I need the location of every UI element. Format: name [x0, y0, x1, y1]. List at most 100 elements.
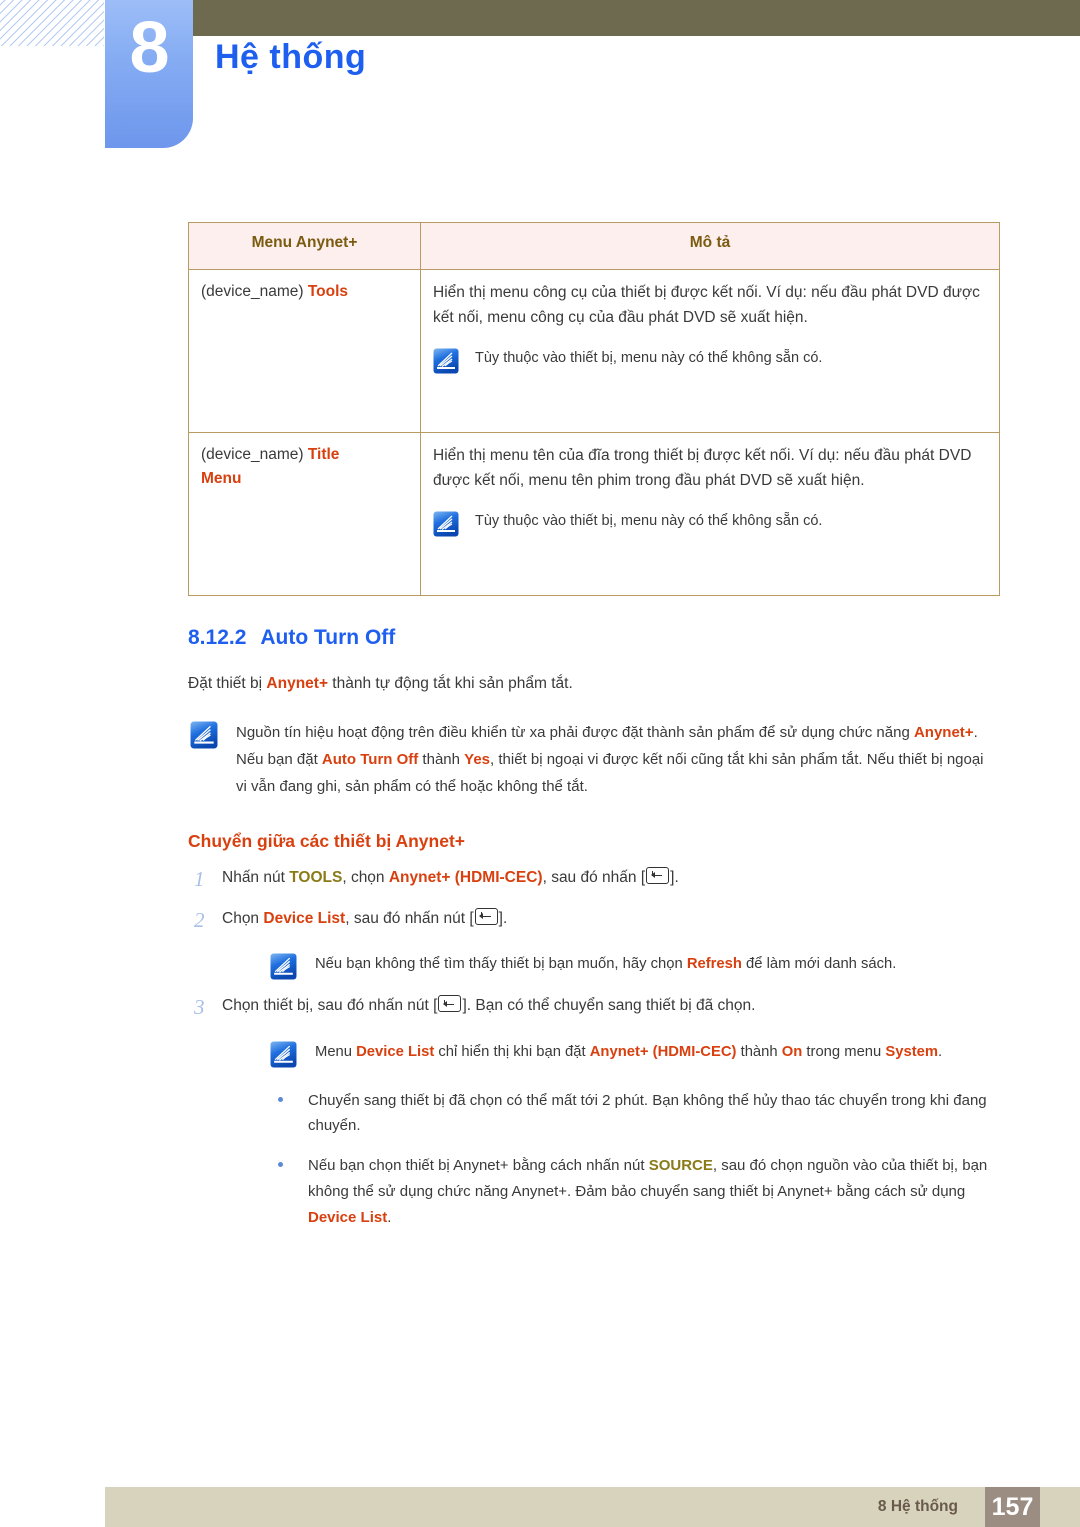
- menu-name-plain: (device_name): [201, 283, 308, 300]
- table-cell-menu-name: (device_name) Title Menu: [188, 432, 421, 596]
- description-text: Hiển thị menu công cụ của thiết bị được …: [433, 284, 980, 327]
- step1-text-2: , chọn: [342, 868, 389, 886]
- devicelist-note-keyword-4: System: [885, 1043, 939, 1060]
- section-note-text: Nguồn tín hiệu hoạt động trên điều khiển…: [236, 719, 988, 801]
- bullet2-keyword-device-list: Device List: [308, 1208, 388, 1226]
- note-pen-icon: [270, 953, 297, 980]
- step1-text-1: Nhấn nút: [222, 868, 290, 886]
- table-row: (device_name) Tools Hiển thị menu công c…: [188, 269, 1000, 433]
- table-cell-menu-name: (device_name) Tools: [188, 269, 421, 433]
- intro-text-2: thành tự động tắt khi sản phẩm tắt.: [328, 675, 573, 692]
- note-keyword-auto-turn-off: Auto Turn Off: [321, 751, 419, 769]
- table-header-menu: Menu Anynet+: [188, 222, 421, 270]
- devicelist-note-text-1: Menu: [315, 1043, 357, 1060]
- table-note: Tùy thuộc vào thiết bị, menu này có thể …: [433, 509, 987, 537]
- step-text: Nhấn nút TOOLS, chọn Anynet+ (HDMI-CEC),…: [222, 866, 679, 890]
- enter-key-icon: [438, 995, 462, 1013]
- step-item: 1 Nhấn nút TOOLS, chọn Anynet+ (HDMI-CEC…: [188, 866, 1000, 893]
- list-item: Chuyển sang thiết bị đã chọn có thể mất …: [274, 1088, 1000, 1140]
- decorative-hatch-pattern: [0, 0, 104, 46]
- bullet-dot-icon: [274, 1153, 308, 1168]
- step-note: Nếu bạn không thể tìm thấy thiết bị bạn …: [188, 952, 1000, 980]
- table-header-description: Mô tả: [420, 222, 1000, 270]
- step1-text-4: ].: [670, 868, 679, 886]
- refresh-note-text-2: để làm mới danh sách.: [741, 956, 897, 973]
- menu-name-highlight-2: Menu: [201, 470, 242, 488]
- enter-key-icon: [646, 866, 670, 884]
- section-note: Nguồn tín hiệu hoạt động trên điều khiển…: [188, 719, 1000, 801]
- devicelist-note-text-2: chỉ hiển thị khi bạn đặt: [434, 1043, 590, 1060]
- devicelist-note-text-3: thành: [736, 1043, 782, 1060]
- step3-text-1: Chọn thiết bị, sau đó nhấn nút [: [222, 997, 438, 1015]
- devicelist-note-text-5: .: [938, 1043, 943, 1060]
- menu-name-highlight: Tools: [307, 283, 349, 300]
- table-cell-description: Hiển thị menu tên của đĩa trong thiết bị…: [420, 432, 1000, 596]
- menu-name-plain: (device_name): [201, 446, 308, 463]
- description-text: Hiển thị menu tên của đĩa trong thiết bị…: [433, 447, 972, 490]
- step1-keyword-tools: TOOLS: [289, 868, 343, 886]
- section-heading: 8.12.2 Auto Turn Off: [188, 626, 1000, 650]
- note-text-3: thành: [418, 751, 465, 769]
- bullet-dot-icon: [274, 1088, 308, 1102]
- anynet-menu-table: Menu Anynet+ Mô tả (device_name) Tools H…: [188, 222, 1000, 596]
- menu-name-highlight: Title: [307, 446, 340, 463]
- step2-text-1: Chọn: [222, 909, 264, 927]
- switching-heading: Chuyển giữa các thiết bị Anynet+: [188, 830, 466, 851]
- step-item: 2 Chọn Device List, sau đó nhấn nút [].: [188, 907, 1000, 934]
- table-note-text: Tùy thuộc vào thiết bị, menu này có thể …: [475, 513, 823, 530]
- table-cell-description: Hiển thị menu công cụ của thiết bị được …: [420, 269, 1000, 433]
- section-number: 8.12.2: [188, 626, 247, 649]
- devicelist-note-text-4: trong menu: [802, 1043, 886, 1060]
- enter-key-icon: [474, 907, 498, 925]
- footer-page-number: 157: [985, 1487, 1040, 1527]
- page-title: Hệ thống: [215, 38, 367, 76]
- step-note-text: Nếu bạn không thể tìm thấy thiết bị bạn …: [315, 952, 896, 977]
- header-olive-bar: [193, 0, 1080, 36]
- section-title: Auto Turn Off: [260, 626, 396, 649]
- bullet-text: Nếu bạn chọn thiết bị Anynet+ bằng cách …: [308, 1153, 1000, 1230]
- step-number: 2: [194, 907, 205, 932]
- devicelist-note-keyword-3: On: [781, 1043, 803, 1060]
- bullet2-keyword-source: SOURCE: [648, 1157, 713, 1175]
- step3-text-2: ]. Bạn có thể chuyển sang thiết bị đã ch…: [462, 997, 756, 1015]
- step-item: 3 Chọn thiết bị, sau đó nhấn nút [ ]. Bạn…: [188, 994, 1000, 1021]
- step-text: Chọn thiết bị, sau đó nhấn nút [ ]. Bạn c…: [222, 994, 755, 1018]
- devicelist-note-keyword-1: Device List: [356, 1043, 435, 1060]
- note-pen-icon: [433, 348, 459, 374]
- refresh-note-keyword: Refresh: [686, 956, 742, 973]
- step2-text-3: ].: [498, 909, 508, 927]
- refresh-note-text-1: Nếu bạn không thể tìm thấy thiết bị bạn …: [315, 956, 687, 973]
- step2-keyword-device-list: Device List: [263, 909, 346, 927]
- section-intro-paragraph: Đặt thiết bị Anynet+ thành tự động tắt k…: [188, 672, 1000, 697]
- page-content: Menu Anynet+ Mô tả (device_name) Tools H…: [188, 222, 1000, 1231]
- step-number: 1: [194, 866, 205, 891]
- footer-chapter-label: 8 Hệ thống: [877, 1498, 958, 1515]
- bullet-list: Chuyển sang thiết bị đã chọn có thể mất …: [188, 1088, 1000, 1231]
- table-note-text: Tùy thuộc vào thiết bị, menu này có thể …: [475, 350, 823, 367]
- table-header-row: Menu Anynet+ Mô tả: [188, 222, 1000, 270]
- step-note-text: Menu Device List chỉ hiển thị khi bạn đặ…: [315, 1040, 942, 1065]
- note-pen-icon: [270, 1041, 297, 1068]
- note-keyword-anynet: Anynet+: [913, 723, 974, 741]
- intro-text-1: Đặt thiết bị: [188, 675, 267, 692]
- step-note: Menu Device List chỉ hiển thị khi bạn đặ…: [188, 1040, 1000, 1068]
- table-row: (device_name) Title Menu Hiển thị menu t…: [188, 432, 1000, 596]
- note-keyword-yes: Yes: [464, 751, 491, 769]
- bullet2-text-1: Nếu bạn chọn thiết bị Anynet+ bằng cách …: [308, 1157, 649, 1175]
- chapter-number: 8: [129, 8, 169, 88]
- note-pen-icon: [190, 721, 218, 749]
- step-number: 3: [194, 995, 205, 1020]
- note-text-1: Nguồn tín hiệu hoạt động trên điều khiển…: [236, 723, 914, 741]
- step2-text-2: , sau đó nhấn nút [: [345, 909, 474, 927]
- list-item: Nếu bạn chọn thiết bị Anynet+ bằng cách …: [274, 1153, 1000, 1230]
- intro-keyword-anynet: Anynet+: [266, 675, 328, 692]
- chapter-tab: 8: [105, 0, 193, 148]
- step-text: Chọn Device List, sau đó nhấn nút [].: [222, 907, 507, 931]
- bullet-text: Chuyển sang thiết bị đã chọn có thể mất …: [308, 1091, 987, 1135]
- bullet2-text-3: .: [387, 1208, 392, 1226]
- table-note: Tùy thuộc vào thiết bị, menu này có thể …: [433, 346, 987, 374]
- step1-keyword-anynet-hdmi-cec: Anynet+ (HDMI-CEC): [388, 868, 543, 886]
- note-pen-icon: [433, 511, 459, 537]
- step1-text-3: , sau đó nhấn [: [542, 868, 646, 886]
- devicelist-note-keyword-2: Anynet+ (HDMI-CEC): [589, 1043, 737, 1060]
